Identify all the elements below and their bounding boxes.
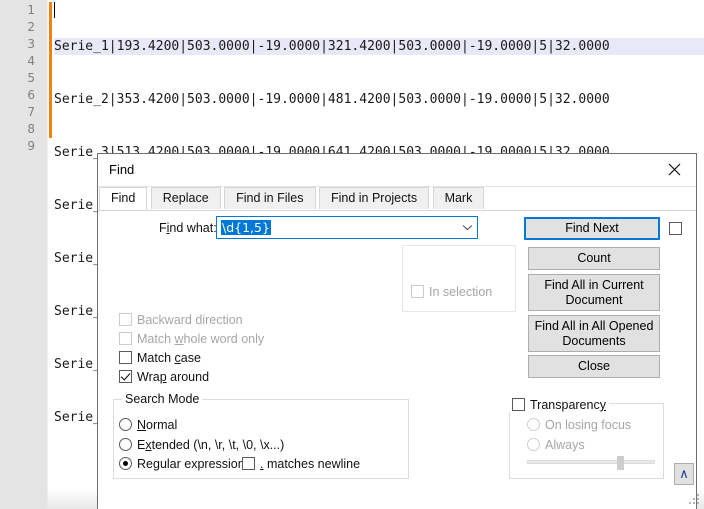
dialog-titlebar[interactable]: Find: [98, 154, 696, 187]
checkbox-box: [669, 222, 682, 236]
in-selection-label: In selection: [429, 284, 493, 299]
line-number: 1: [27, 3, 35, 17]
code-line[interactable]: Serie_1|193.4200|503.0000|-19.0000|321.4…: [54, 38, 704, 55]
line-number-list: 1 2 3 4 5 6 7 8 9: [0, 0, 42, 155]
option-label: Regular expression: [137, 456, 245, 471]
find-next-side-checkbox[interactable]: [669, 220, 682, 238]
option-label: Backward direction: [137, 312, 243, 327]
checkbox-box: [411, 285, 424, 299]
search-mode-extended-radio[interactable]: Extended (\n, \r, \t, \0, \x...): [119, 437, 284, 452]
match-whole-word-only-checkbox[interactable]: Match whole word only: [119, 331, 264, 346]
in-selection-panel: In selection: [402, 245, 516, 312]
in-selection-checkbox[interactable]: In selection: [411, 284, 492, 299]
option-label: . matches newline: [260, 456, 361, 471]
radio-circle: [119, 438, 132, 452]
line-number: 4: [27, 54, 35, 68]
search-mode-regex-radio[interactable]: Regular expression: [119, 456, 245, 471]
option-label: Match case: [137, 350, 201, 365]
find-all-opened-documents-button[interactable]: Find All in All Opened Documents: [528, 315, 660, 352]
tab-find[interactable]: Find: [99, 187, 148, 210]
radio-circle: [527, 438, 540, 452]
option-label: Normal: [137, 417, 178, 432]
transparency-always-radio[interactable]: Always: [527, 437, 585, 452]
count-button[interactable]: Count: [528, 247, 660, 270]
collapse-toggle-button[interactable]: ∧: [674, 463, 694, 485]
slider-handle[interactable]: [617, 456, 624, 470]
change-marker-bar: [49, 2, 52, 138]
match-case-checkbox[interactable]: Match case: [119, 350, 201, 365]
checkbox-box: [512, 398, 525, 412]
transparency-slider[interactable]: [527, 456, 655, 470]
line-number: 6: [27, 88, 35, 102]
search-mode-legend: Search Mode: [122, 392, 203, 406]
find-all-current-document-button[interactable]: Find All in Current Document: [528, 274, 660, 311]
find-what-value: \d{1,5}: [221, 220, 271, 235]
find-what-label: Find what:: [159, 221, 217, 235]
dot-matches-newline-checkbox[interactable]: . matches newline: [242, 456, 360, 471]
option-label: Wrap around: [137, 369, 210, 384]
app-root: 1 2 3 4 5 6 7 8 9 Serie_1|193.4200|503.0…: [0, 0, 704, 509]
line-number: 3: [27, 37, 35, 51]
transparency-label: Transparency: [530, 397, 606, 412]
line-number: 5: [27, 71, 35, 85]
text-caret: [54, 2, 55, 18]
resize-grip[interactable]: [689, 494, 701, 506]
option-label: Always: [545, 437, 585, 452]
tab-find-in-projects[interactable]: Find in Projects: [318, 187, 430, 209]
option-label: Extended (\n, \r, \t, \0, \x...): [137, 437, 285, 452]
radio-circle: [527, 418, 540, 432]
radio-circle: [119, 418, 132, 432]
line-number: 7: [27, 105, 35, 119]
tab-find-in-files[interactable]: Find in Files: [224, 187, 316, 209]
close-button[interactable]: Close: [528, 355, 660, 378]
backward-direction-checkbox[interactable]: Backward direction: [119, 312, 243, 327]
wrap-around-checkbox[interactable]: Wrap around: [119, 369, 209, 384]
chevron-down-icon[interactable]: [457, 217, 477, 238]
dialog-title: Find: [109, 162, 135, 177]
code-line[interactable]: Serie_2|353.4200|503.0000|-19.0000|481.4…: [54, 91, 704, 108]
line-number: 2: [27, 20, 35, 34]
checkbox-box: [119, 332, 132, 346]
search-mode-normal-radio[interactable]: Normal: [119, 417, 177, 432]
find-next-button[interactable]: Find Next: [524, 217, 660, 240]
close-icon[interactable]: [652, 154, 696, 185]
checkbox-box: [119, 313, 132, 327]
checkbox-box: [242, 457, 255, 471]
radio-circle: [119, 457, 132, 471]
dialog-tabs[interactable]: Find Replace Find in Files Find in Proje…: [98, 187, 696, 211]
tab-mark[interactable]: Mark: [432, 187, 485, 209]
checkbox-box: [119, 351, 132, 365]
line-number: 9: [27, 139, 35, 153]
find-what-input[interactable]: \d{1,5}: [216, 216, 478, 239]
option-label: On losing focus: [545, 417, 632, 432]
tab-replace[interactable]: Replace: [150, 187, 221, 209]
line-number-gutter: 1 2 3 4 5 6 7 8 9: [0, 0, 48, 509]
checkbox-box: [119, 370, 132, 384]
option-label: Match whole word only: [137, 331, 265, 346]
transparency-on-losing-focus-radio[interactable]: On losing focus: [527, 417, 631, 432]
transparency-checkbox[interactable]: Transparency: [509, 397, 609, 412]
line-number: 8: [27, 122, 35, 136]
